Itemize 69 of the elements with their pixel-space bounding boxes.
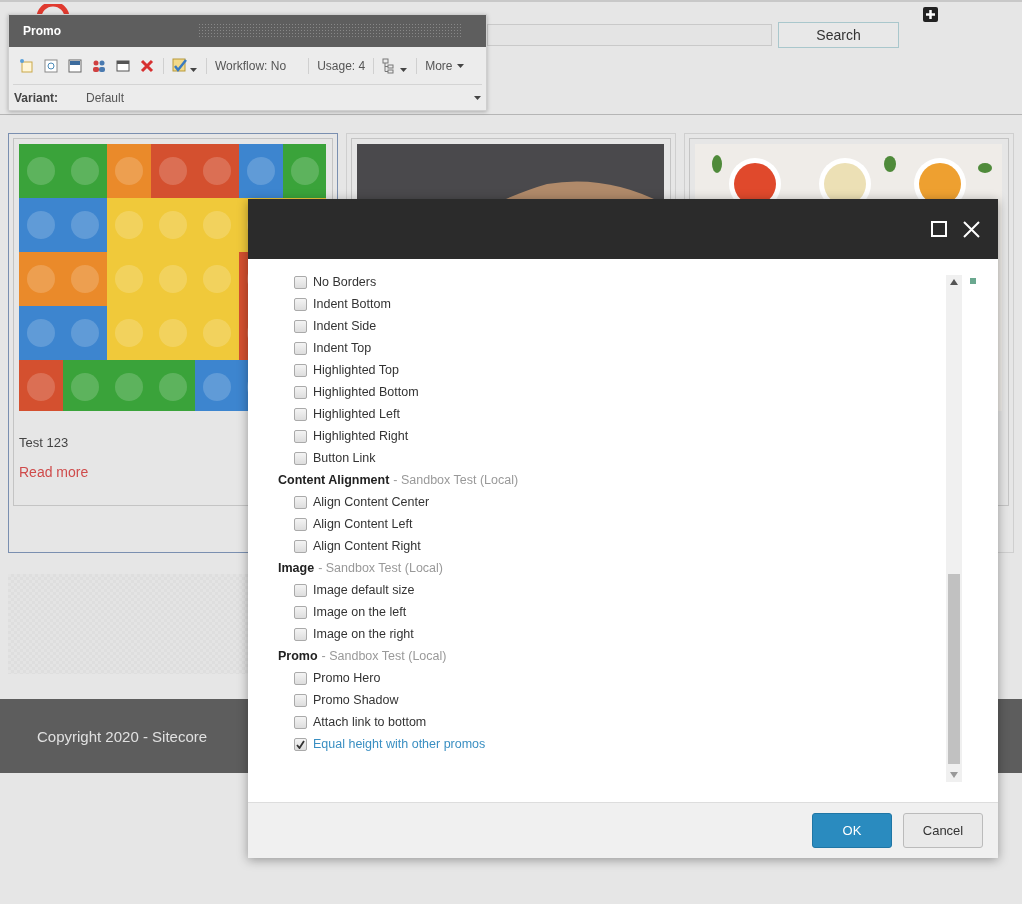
option-label: Highlighted Left	[313, 407, 400, 421]
checkbox[interactable]	[294, 319, 307, 333]
option-label: Image on the right	[313, 627, 414, 641]
copyright-text: Copyright 2020 - Sitecore	[37, 727, 208, 745]
checkbox[interactable]	[294, 715, 307, 729]
checkbox[interactable]	[294, 627, 307, 641]
refresh-icon[interactable]	[43, 57, 59, 74]
option-label: Attach link to bottom	[313, 715, 427, 729]
checkbox[interactable]	[294, 539, 307, 553]
group-heading: Promo - Sandbox Test (Local)	[278, 648, 448, 665]
option-label: Highlighted Top	[313, 363, 399, 377]
scroll-up-icon[interactable]	[950, 279, 958, 285]
checkbox[interactable]	[294, 275, 307, 289]
layout-icon[interactable]	[67, 57, 83, 74]
add-icon[interactable]	[923, 7, 938, 22]
option-label: Indent Side	[313, 319, 377, 333]
checkbox[interactable]	[294, 385, 307, 399]
variant-label: Variant:	[14, 90, 59, 105]
checkbox[interactable]	[294, 605, 307, 619]
group-heading: Image - Sandbox Test (Local)	[278, 560, 444, 577]
tree-icon[interactable]	[382, 57, 409, 74]
search-button[interactable]: Search	[778, 22, 899, 48]
option-label: Image on the left	[313, 605, 407, 619]
checkbox[interactable]	[294, 297, 307, 311]
caret-icon	[474, 95, 481, 100]
option-label: Align Content Right	[313, 539, 421, 553]
option-label: No Borders	[313, 275, 377, 289]
option-label: Indent Bottom	[313, 297, 391, 311]
checkbox[interactable]	[294, 407, 307, 421]
checklist-icon[interactable]	[172, 57, 198, 74]
checkbox[interactable]	[294, 737, 307, 751]
option-label: Highlighted Bottom	[313, 385, 419, 399]
scrollbar[interactable]	[946, 275, 962, 782]
option-label: Promo Hero	[313, 671, 381, 685]
checkbox[interactable]	[294, 451, 307, 465]
checkbox[interactable]	[294, 341, 307, 355]
maximize-icon[interactable]	[931, 221, 947, 237]
usage-count: Usage: 4	[317, 58, 366, 73]
status-marker	[970, 278, 976, 284]
delete-icon[interactable]	[139, 57, 155, 74]
group-heading: Content Alignment - Sandbox Test (Local)	[278, 472, 520, 489]
more-menu[interactable]: More	[425, 58, 464, 73]
workflow-status: Workflow: No	[215, 58, 287, 73]
option-label: Indent Top	[313, 341, 372, 355]
cancel-button[interactable]: Cancel	[903, 813, 983, 848]
checkbox[interactable]	[294, 583, 307, 597]
ok-button[interactable]: OK	[812, 813, 892, 848]
checkbox[interactable]	[294, 363, 307, 377]
checkbox[interactable]	[294, 693, 307, 707]
caret-icon	[456, 63, 464, 68]
close-icon[interactable]	[963, 220, 980, 238]
promo-text: Test 123	[19, 435, 69, 450]
toolbar-title: Promo	[23, 24, 62, 38]
option-label: Equal height with other promos	[313, 737, 486, 751]
variant-value[interactable]: Default	[86, 90, 474, 105]
read-more-link[interactable]: Read more	[19, 464, 89, 480]
option-label: Image default size	[313, 583, 415, 597]
checkbox[interactable]	[294, 429, 307, 443]
checkbox[interactable]	[294, 495, 307, 509]
option-label: Button Link	[313, 451, 376, 465]
option-label: Highlighted Right	[313, 429, 409, 443]
new-item-icon[interactable]	[19, 57, 35, 74]
window-icon[interactable]	[115, 57, 131, 74]
option-label: Align Content Center	[313, 495, 430, 509]
option-label: Align Content Left	[313, 517, 413, 531]
checkbox[interactable]	[294, 517, 307, 531]
search-field[interactable]	[487, 24, 772, 46]
option-label: Promo Shadow	[313, 693, 399, 707]
checkbox[interactable]	[294, 671, 307, 685]
